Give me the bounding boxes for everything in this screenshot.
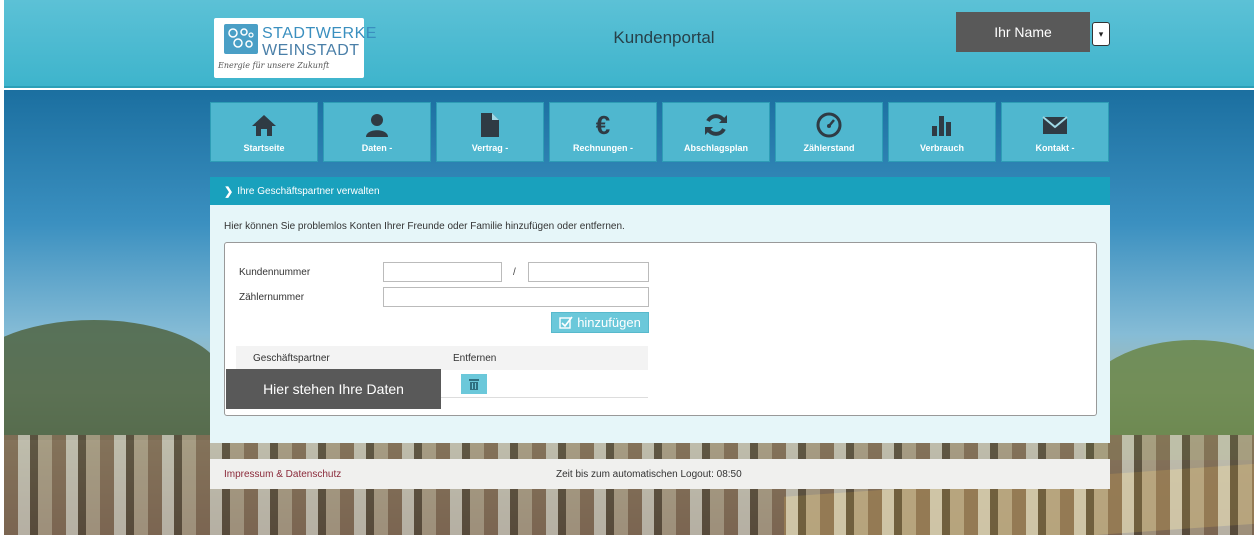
chevron-right-icon: ❯ [224,185,234,198]
logo-tagline: Energie für unsere Zukunft [218,61,330,70]
logout-timer: Zeit bis zum automatischen Logout: 08:50 [556,469,742,480]
nav-label-zaehlerstand: Zählerstand [803,143,855,153]
checkbox-edit-icon [559,316,573,329]
bar-chart-icon [928,111,956,139]
euro-icon: € [589,111,617,139]
partner-data-overlay: Hier stehen Ihre Daten [226,369,441,409]
imprint-link[interactable]: Impressum & Datenschutz [224,469,341,480]
footer: Impressum & Datenschutz Zeit bis zum aut… [210,459,1110,489]
kundennummer-label: Kundennummer [239,267,311,278]
logo-mark-icon [224,24,258,54]
background-hill-left [4,320,224,440]
user-name-box[interactable]: Ihr Name [956,12,1090,52]
zaehlernummer-input[interactable] [383,287,649,307]
envelope-icon [1041,111,1069,139]
document-icon [476,111,504,139]
kundennummer-suffix-input[interactable] [528,262,649,282]
add-partner-button[interactable]: hinzufügen [551,312,649,333]
trash-icon [469,379,479,390]
nav-label-vertrag: Vertrag - [471,143,509,153]
refresh-icon [702,111,730,139]
main-navigation: Startseite Daten - Vertrag - € Rechnunge… [210,102,1110,162]
remove-partner-button[interactable] [461,374,487,394]
svg-text:€: € [596,112,610,138]
intro-text: Hier können Sie problemlos Konten Ihrer … [224,221,625,232]
user-icon [363,111,391,139]
kundennummer-separator: / [513,267,516,278]
gauge-icon [815,111,843,139]
kundennummer-input[interactable] [383,262,502,282]
nav-label-rechnungen: Rechnungen - [573,143,633,153]
nav-label-abschlagsplan: Abschlagsplan [683,143,748,153]
nav-item-daten[interactable]: Daten - [323,102,431,162]
partner-table-header: Geschäftspartner Entfernen [236,346,648,370]
nav-item-kontakt[interactable]: Kontakt - [1001,102,1109,162]
nav-item-verbrauch[interactable]: Verbrauch [888,102,996,162]
column-header-remove: Entfernen [453,353,497,364]
section-header: ❯ Ihre Geschäftspartner verwalten [210,177,1110,205]
nav-item-abschlagsplan[interactable]: Abschlagsplan [662,102,770,162]
nav-item-zaehlerstand[interactable]: Zählerstand [775,102,883,162]
nav-item-rechnungen[interactable]: € Rechnungen - [549,102,657,162]
page-title: Kundenportal [613,28,715,47]
caret-down-icon: ▾ [1098,28,1104,39]
column-header-partner: Geschäftspartner [253,353,330,364]
nav-label-daten: Daten - [361,143,393,153]
nav-item-vertrag[interactable]: Vertrag - [436,102,544,162]
user-menu-dropdown-toggle[interactable]: ▾ [1092,22,1110,46]
nav-label-verbrauch: Verbrauch [919,143,965,153]
stadtwerke-logo[interactable]: STADTWERKE WEINSTADT Energie für unsere … [214,18,376,78]
add-partner-button-label: hinzufügen [577,315,641,330]
logo-name-line2: WEINSTADT [262,42,360,59]
logo-name-line1: STADTWERKE [262,25,377,42]
nav-label-startseite: Startseite [243,143,285,153]
section-title: Ihre Geschäftspartner verwalten [237,185,380,197]
nav-label-kontakt: Kontakt - [1035,143,1075,153]
home-icon [250,111,278,139]
zaehlernummer-label: Zählernummer [239,292,305,303]
nav-item-startseite[interactable]: Startseite [210,102,318,162]
